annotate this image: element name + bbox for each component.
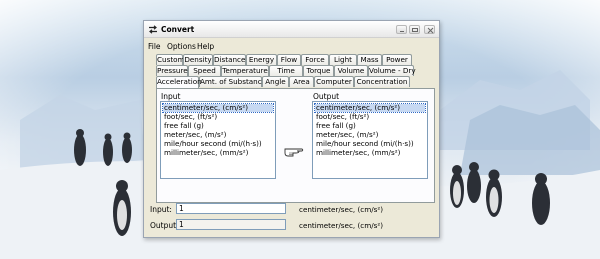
tab-computer[interactable]: Computer	[314, 76, 354, 87]
input-list-item[interactable]: free fall (g)	[163, 122, 273, 130]
menu-file[interactable]: File	[148, 42, 161, 51]
window-title: Convert	[161, 25, 195, 34]
tab-concentration[interactable]: Concentration	[354, 76, 410, 87]
convert-arrows-icon	[149, 25, 157, 34]
tab-force[interactable]: Force	[301, 54, 329, 65]
input-list-item[interactable]: centimeter/sec, (cm/s²)	[162, 103, 274, 113]
tab-density[interactable]: Density	[183, 54, 213, 65]
output-list-item[interactable]: free fall (g)	[315, 122, 425, 130]
output-list-item[interactable]: mile/hour second (mi/(h·s))	[315, 140, 425, 148]
input-unit-list[interactable]: centimeter/sec, (cm/s²) foot/sec, (ft/s²…	[160, 101, 276, 179]
tab-custom[interactable]: Custom	[156, 54, 185, 65]
output-list-item[interactable]: foot/sec, (ft/s²)	[315, 113, 425, 121]
input-list-item[interactable]: foot/sec, (ft/s²)	[163, 113, 273, 121]
tab-volume-dry[interactable]: Volume - Dry	[368, 65, 416, 76]
title-bar[interactable]: Convert	[144, 21, 439, 38]
output-unit-text: centimeter/sec, (cm/s²)	[299, 221, 384, 230]
output-unit-list[interactable]: centimeter/sec, (cm/s²) foot/sec, (ft/s²…	[312, 101, 428, 179]
menu-help[interactable]: Help	[197, 42, 214, 51]
tab-light[interactable]: Light	[329, 54, 357, 65]
tab-energy[interactable]: Energy	[246, 54, 277, 65]
input-value-field[interactable]: 1	[176, 203, 286, 214]
output-list-label: Output	[313, 92, 340, 101]
close-button[interactable]	[424, 25, 435, 34]
input-unit-text: centimeter/sec, (cm/s²)	[299, 205, 384, 214]
tab-volume[interactable]: Volume	[334, 65, 368, 76]
input-list-item[interactable]: mile/hour second (mi/(h·s))	[163, 140, 273, 148]
tab-mass[interactable]: Mass	[357, 54, 382, 65]
input-list-label: Input	[161, 92, 181, 101]
tab-power[interactable]: Power	[382, 54, 412, 65]
tab-flow[interactable]: Flow	[277, 54, 301, 65]
tab-torque[interactable]: Torque	[303, 65, 334, 76]
output-field-label: Output:	[150, 221, 179, 230]
tab-distance[interactable]: Distance	[213, 54, 246, 65]
tab-temperature[interactable]: Temperature	[221, 65, 269, 76]
tab-angle[interactable]: Angle	[262, 76, 289, 87]
tab-speed[interactable]: Speed	[188, 65, 221, 76]
output-value-field[interactable]: 1	[176, 219, 286, 230]
minimize-button[interactable]	[396, 25, 407, 34]
tab-acceleration[interactable]: Acceleration	[156, 76, 202, 88]
pointing-hand-icon	[284, 148, 304, 157]
menu-bar: File Options Help	[144, 40, 439, 51]
output-list-item[interactable]: centimeter/sec, (cm/s²)	[314, 103, 426, 113]
tab-area[interactable]: Area	[289, 76, 314, 87]
input-list-item[interactable]: millimeter/sec, (mm/s²)	[163, 149, 273, 157]
input-list-item[interactable]: meter/sec, (m/s²)	[163, 131, 273, 139]
output-list-item[interactable]: meter/sec, (m/s²)	[315, 131, 425, 139]
menu-options[interactable]: Options	[167, 42, 196, 51]
minimize-icon	[400, 31, 404, 32]
input-field-label: Input:	[150, 205, 172, 214]
close-icon	[427, 27, 434, 34]
tab-amt-of-substance[interactable]: Amt. of Substance	[199, 76, 266, 87]
tab-time[interactable]: Time	[269, 65, 303, 76]
tab-pressure[interactable]: Pressure	[156, 65, 188, 76]
convert-window: Convert File Options Help Custom Density…	[143, 20, 440, 238]
maximize-icon	[412, 28, 418, 32]
output-list-item[interactable]: millimeter/sec, (mm/s²)	[315, 149, 425, 157]
maximize-button[interactable]	[409, 25, 420, 34]
